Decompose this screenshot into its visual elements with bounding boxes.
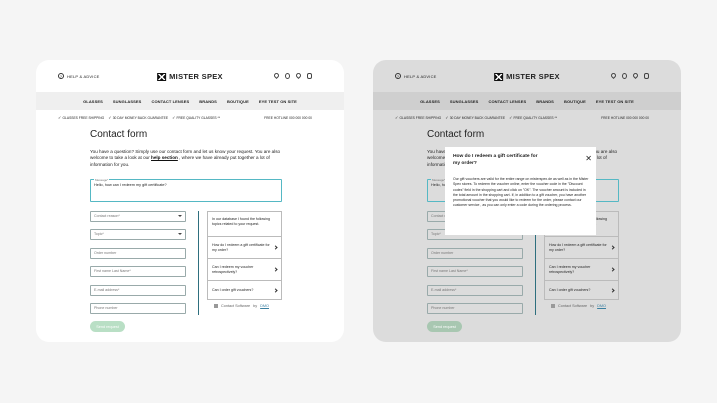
nav-brands[interactable]: BRANDS (199, 99, 217, 104)
faq-answer-modal: How do I redeem a gift certificate for m… (445, 147, 596, 235)
email-field[interactable]: E-mail address* (90, 285, 186, 296)
header-icons (609, 71, 649, 80)
logo-icon (494, 72, 504, 81)
main-nav: GLASSES SUNGLASSES CONTACT LENSES BRANDS… (36, 92, 344, 110)
chevron-right-icon (273, 267, 278, 272)
chevron-down-icon (178, 233, 182, 236)
intro-text: You have a question? Simply use our cont… (90, 149, 281, 167)
main-nav: GLASSES SUNGLASSES CONTACT LENSES BRANDS… (373, 92, 681, 110)
nav-sunglasses[interactable]: SUNGLASSES (113, 99, 142, 104)
perk-guarantee: 30 DAY MONEY BACK GUARANTEE (445, 115, 505, 120)
chevron-right-icon (610, 267, 615, 272)
chevron-right-icon (610, 287, 615, 293)
email-field[interactable]: E-mail address* (427, 285, 523, 296)
nav-eye-test[interactable]: EYE TEST ON SITE (596, 99, 634, 104)
message-field[interactable]: Message*Hello, how can I redeem my gift … (90, 177, 282, 202)
divider (198, 211, 200, 315)
close-icon[interactable]: ✕ (585, 155, 592, 163)
user-icon[interactable] (285, 73, 290, 79)
faq-item[interactable]: Can I order gift vouchers? (208, 281, 281, 299)
faq-item[interactable]: Can I redeem my voucher retrospectively? (545, 259, 618, 281)
perks-bar: GLASSES FREE SHIPPING 30 DAY MONEY BACK … (58, 115, 312, 121)
help-section-link[interactable]: help section (151, 155, 178, 160)
nav-brands[interactable]: BRANDS (536, 99, 554, 104)
heart-icon[interactable] (294, 71, 303, 80)
location-icon[interactable] (609, 71, 618, 80)
chevron-right-icon (273, 287, 278, 293)
nav-glasses[interactable]: GLASSES (83, 99, 103, 104)
chevron-right-icon (610, 245, 615, 250)
dmo-link[interactable]: DMO (260, 304, 269, 308)
cart-icon[interactable] (307, 73, 312, 79)
send-request-button[interactable]: Send request (427, 321, 462, 332)
name-field[interactable]: First name Last Name* (90, 266, 186, 277)
nav-boutique[interactable]: BOUTIQUE (564, 99, 586, 104)
help-link[interactable]: ? HELP & ADVICE (58, 73, 100, 79)
question-icon: ? (58, 73, 64, 79)
phone-field[interactable]: Phone number (427, 303, 523, 314)
perk-shipping: GLASSES FREE SHIPPING (395, 115, 441, 120)
nav-glasses[interactable]: GLASSES (420, 99, 440, 104)
phone-field[interactable]: Phone number (90, 303, 186, 314)
perk-quality: FREE QUALITY GLASSES ** (172, 115, 221, 120)
help-link[interactable]: ? HELP & ADVICE (395, 73, 437, 79)
perk-quality: FREE QUALITY GLASSES ** (509, 115, 558, 120)
chevron-right-icon (273, 245, 278, 250)
faq-item[interactable]: Can I redeem my voucher retrospectively? (208, 259, 281, 281)
dmo-logo-icon (214, 304, 218, 308)
contact-software-credit: Contact Software by DMO (214, 304, 269, 308)
modal-body: Our gift vouchers are valid for the enti… (453, 177, 589, 208)
hotline[interactable]: FREE HOTLINE 000 000 000 00 (264, 116, 312, 120)
faq-item[interactable]: How do I redeem a gift certificate for m… (208, 237, 281, 259)
screen-default: ? HELP & ADVICE MISTER SPEX GLASSES SUNGL… (36, 60, 344, 342)
message-label: Message* (94, 177, 110, 182)
nav-sunglasses[interactable]: SUNGLASSES (450, 99, 479, 104)
faq-intro: In our database I found the following to… (208, 212, 281, 237)
heart-icon[interactable] (631, 71, 640, 80)
order-number-field[interactable]: Order number (90, 248, 186, 259)
contact-reason-select[interactable]: Contact reason* (90, 211, 186, 222)
nav-boutique[interactable]: BOUTIQUE (227, 99, 249, 104)
brand-logo[interactable]: MISTER SPEX (494, 72, 560, 81)
faq-suggestions: In our database I found the following to… (207, 211, 282, 300)
order-number-field[interactable]: Order number (427, 248, 523, 259)
page-title: Contact form (90, 129, 148, 140)
brand-logo[interactable]: MISTER SPEX (157, 72, 223, 81)
location-icon[interactable] (272, 71, 281, 80)
question-icon: ? (395, 73, 401, 79)
faq-item[interactable]: How do I redeem a gift certificate for m… (545, 237, 618, 259)
nav-contact-lenses[interactable]: CONTACT LENSES (151, 99, 189, 104)
perk-shipping: GLASSES FREE SHIPPING (58, 115, 104, 120)
header-icons (272, 71, 312, 80)
logo-icon (157, 72, 167, 81)
hotline[interactable]: FREE HOTLINE 000 000 000 00 (601, 116, 649, 120)
chevron-down-icon (178, 215, 182, 218)
dmo-logo-icon (551, 304, 555, 308)
faq-item[interactable]: Can I order gift vouchers? (545, 281, 618, 299)
top-bar: ? HELP & ADVICE MISTER SPEX (373, 60, 681, 92)
page-title: Contact form (427, 129, 485, 140)
modal-title: How do I redeem a gift certificate for m… (453, 154, 538, 166)
dmo-link[interactable]: DMO (597, 304, 606, 308)
top-bar: ? HELP & ADVICE MISTER SPEX (36, 60, 344, 92)
cart-icon[interactable] (644, 73, 649, 79)
message-value: Hello, how can I redeem my gift certific… (94, 183, 167, 187)
nav-contact-lenses[interactable]: CONTACT LENSES (488, 99, 526, 104)
perk-guarantee: 30 DAY MONEY BACK GUARANTEE (108, 115, 168, 120)
screen-modal-open: ? HELP & ADVICE MISTER SPEX GLASSES SUNGL… (373, 60, 681, 342)
topic-select[interactable]: Topic* (90, 229, 186, 240)
nav-eye-test[interactable]: EYE TEST ON SITE (259, 99, 297, 104)
user-icon[interactable] (622, 73, 627, 79)
send-request-button[interactable]: Send request (90, 321, 125, 332)
perks-bar: GLASSES FREE SHIPPING 30 DAY MONEY BACK … (395, 115, 649, 121)
name-field[interactable]: First name Last Name* (427, 266, 523, 277)
contact-software-credit: Contact Software by DMO (551, 304, 606, 308)
